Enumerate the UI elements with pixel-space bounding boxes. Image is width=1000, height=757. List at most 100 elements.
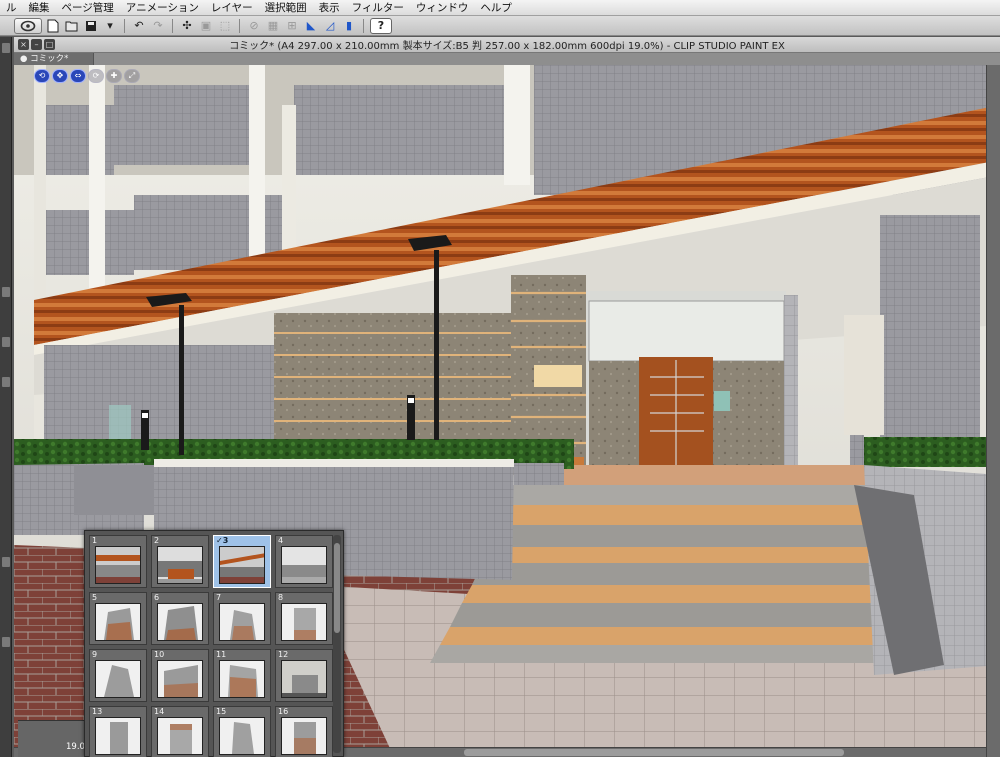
page-panel-scroll-thumb[interactable] — [334, 543, 340, 633]
perspective-snap-icon[interactable]: ◣ — [303, 18, 319, 34]
page-thumbnail[interactable]: 8 — [275, 592, 333, 645]
page-number: 8 — [278, 593, 284, 602]
page-thumbnail[interactable]: 9 — [89, 649, 147, 702]
page-preview — [95, 660, 141, 698]
help-icon[interactable]: ? — [370, 17, 392, 34]
page-manager-panel: 1 2 ✓3 4 5 6 7 8 9 10 11 12 13 14 15 16 — [84, 530, 344, 757]
snap-icon[interactable]: ▣ — [198, 18, 214, 34]
3d-camera-controls: ⟲ ✥ ⇔ ⟳ ✚ ⤢ — [34, 69, 140, 83]
page-thumbnail[interactable]: 4 — [275, 535, 333, 588]
object-move-icon[interactable]: ✚ — [106, 69, 122, 83]
menu-file[interactable]: ル — [0, 0, 23, 16]
page-number: 15 — [216, 707, 227, 716]
page-thumbnail[interactable]: 16 — [275, 706, 333, 757]
page-preview — [281, 717, 327, 755]
menu-layer[interactable]: レイヤー — [205, 0, 259, 16]
toolbar-separator — [172, 18, 173, 33]
zoom-level[interactable]: 19.0 — [66, 742, 85, 752]
dock-handle-icon[interactable] — [2, 337, 10, 347]
page-number: 2 — [154, 536, 160, 545]
save-icon[interactable] — [83, 18, 99, 34]
close-icon[interactable]: × — [18, 39, 29, 50]
vertical-scrollbar[interactable] — [986, 65, 1000, 757]
menu-window[interactable]: ウィンドウ — [410, 0, 475, 16]
toolbar-separator — [124, 18, 125, 33]
page-preview — [281, 603, 327, 641]
object-rotate-icon[interactable]: ⟳ — [88, 69, 104, 83]
dock-handle-icon[interactable] — [2, 377, 10, 387]
page-preview — [281, 546, 327, 584]
window-controls: × – □ — [18, 39, 55, 50]
new-file-icon[interactable] — [45, 18, 61, 34]
minimize-icon[interactable]: – — [31, 39, 42, 50]
save-dropdown-icon[interactable]: ▾ — [102, 18, 118, 34]
page-preview — [219, 717, 265, 755]
page-number: 11 — [216, 650, 227, 659]
page-thumbnail[interactable]: 15 — [213, 706, 271, 757]
page-thumbnail[interactable]: 13 — [89, 706, 147, 757]
transform-icon[interactable]: ✣ — [179, 18, 195, 34]
dock-handle-icon[interactable] — [2, 557, 10, 567]
object-scale-icon[interactable]: ⤢ — [124, 69, 140, 83]
pen-pressure-icon[interactable]: ▮ — [341, 18, 357, 34]
left-dock-strip — [0, 37, 12, 757]
page-number: 16 — [278, 707, 289, 716]
redo-icon[interactable]: ↷ — [150, 18, 166, 34]
document-tab-bar: ● コミック* — [14, 53, 1000, 65]
clip-studio-logo-icon[interactable] — [14, 17, 42, 34]
tab-comic[interactable]: ● コミック* — [14, 53, 94, 65]
page-thumbnail[interactable]: 11 — [213, 649, 271, 702]
page-panel-scrollbar[interactable] — [333, 535, 341, 753]
page-number: 12 — [278, 650, 289, 659]
maximize-icon[interactable]: □ — [44, 39, 55, 50]
page-number: 5 — [92, 593, 98, 602]
page-thumbnail[interactable]: 10 — [151, 649, 209, 702]
ruler-snap-icon[interactable]: ⊘ — [246, 18, 262, 34]
menu-view[interactable]: 表示 — [313, 0, 346, 16]
menu-selection[interactable]: 選択範囲 — [259, 0, 313, 16]
page-thumbnail[interactable]: 2 — [151, 535, 209, 588]
page-thumbnail[interactable]: 12 — [275, 649, 333, 702]
page-preview — [219, 660, 265, 698]
page-thumbnail[interactable]: 14 — [151, 706, 209, 757]
page-preview — [95, 603, 141, 641]
dock-handle-icon[interactable] — [2, 43, 10, 53]
menu-filter[interactable]: フィルター — [346, 0, 410, 16]
window-title: コミック* (A4 297.00 x 210.00mm 製本サイズ:B5 判 2… — [229, 41, 785, 52]
menu-page-management[interactable]: ページ管理 — [56, 0, 120, 16]
toolbar-separator — [239, 18, 240, 33]
toolbar-separator — [363, 18, 364, 33]
page-thumbnail[interactable]: 7 — [213, 592, 271, 645]
page-number: 10 — [154, 650, 165, 659]
open-file-icon[interactable] — [64, 18, 80, 34]
page-thumbnail[interactable]: 5 — [89, 592, 147, 645]
camera-zoom-icon[interactable]: ⇔ — [70, 69, 86, 83]
special-ruler-icon[interactable]: ▦ — [265, 18, 281, 34]
command-bar: ▾ ↶ ↷ ✣ ▣ ⬚ ⊘ ▦ ⊞ ◣ ◿ ▮ ? — [0, 16, 1000, 36]
menu-animation[interactable]: アニメーション — [120, 0, 205, 16]
page-number: 4 — [278, 536, 284, 545]
page-number: 9 — [92, 650, 98, 659]
page-number: 14 — [154, 707, 165, 716]
grid-icon[interactable]: ⊞ — [284, 18, 300, 34]
page-number: 7 — [216, 593, 222, 602]
page-thumbnail[interactable]: 1 — [89, 535, 147, 588]
clip-studio-app: ル 編集 ページ管理 アニメーション レイヤー 選択範囲 表示 フィルター ウィ… — [0, 0, 1000, 757]
menu-help[interactable]: ヘルプ — [474, 0, 518, 16]
camera-pan-icon[interactable]: ✥ — [52, 69, 68, 83]
page-thumbnail-selected[interactable]: ✓3 — [213, 535, 271, 588]
camera-rotate-icon[interactable]: ⟲ — [34, 69, 50, 83]
page-preview — [157, 546, 203, 584]
page-preview — [95, 546, 141, 584]
ruler-icon[interactable]: ◿ — [322, 18, 338, 34]
page-thumbnail-grid: 1 2 ✓3 4 5 6 7 8 9 10 11 12 13 14 15 16 — [89, 535, 333, 757]
page-thumbnail[interactable]: 6 — [151, 592, 209, 645]
selection-icon[interactable]: ⬚ — [217, 18, 233, 34]
menu-bar: ル 編集 ページ管理 アニメーション レイヤー 選択範囲 表示 フィルター ウィ… — [0, 0, 1000, 16]
menu-edit[interactable]: 編集 — [23, 0, 56, 16]
page-number: ✓3 — [216, 536, 229, 545]
dock-handle-icon[interactable] — [2, 287, 10, 297]
horizontal-scroll-thumb[interactable] — [464, 749, 844, 756]
undo-icon[interactable]: ↶ — [131, 18, 147, 34]
dock-handle-icon[interactable] — [2, 637, 10, 647]
